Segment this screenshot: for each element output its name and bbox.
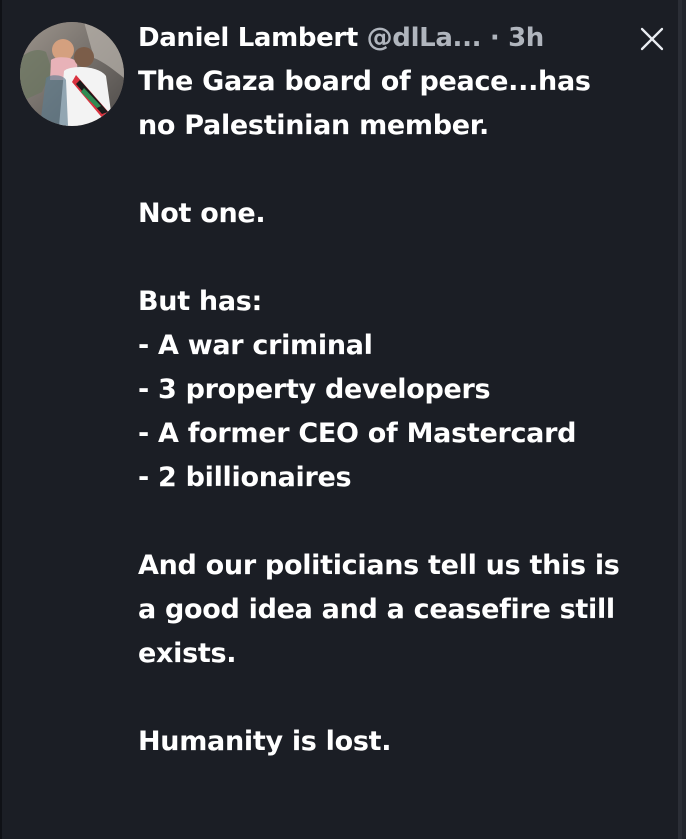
tweet-line-6: a good idea and a ceasefire still bbox=[138, 594, 615, 625]
time-separator: · bbox=[489, 23, 500, 53]
tweet-line-1: The Gaza board of peace...has bbox=[138, 66, 591, 97]
tweet-body: The Gaza board of peace...has no Palesti… bbox=[138, 60, 663, 764]
list-item-3: - A former CEO of Mastercard bbox=[138, 418, 577, 449]
tweet-line-7: exists. bbox=[138, 638, 237, 669]
tweet-line-4: But has: bbox=[138, 286, 263, 317]
screen: { "tweet": { "author_name": "Daniel Lamb… bbox=[0, 0, 686, 839]
close-icon[interactable] bbox=[638, 25, 666, 53]
tweet-line-2: no Palestinian member. bbox=[138, 110, 489, 141]
list-item-2: - 3 property developers bbox=[138, 374, 491, 405]
avatar-photo-icon bbox=[20, 22, 124, 126]
avatar[interactable] bbox=[20, 22, 124, 126]
tweet-line-8: Humanity is lost. bbox=[138, 726, 392, 757]
timestamp[interactable]: 3h bbox=[508, 23, 544, 53]
tweet-card: Daniel Lambert @dlLa... · 3h The Gaza bo… bbox=[0, 0, 682, 839]
tweet-header: Daniel Lambert @dlLa... · 3h bbox=[138, 18, 666, 58]
tweet-line-5: And our politicians tell us this is bbox=[138, 550, 620, 581]
list-item-4: - 2 billionaires bbox=[138, 462, 352, 493]
list-item-1: - A war criminal bbox=[138, 330, 373, 361]
author-name[interactable]: Daniel Lambert bbox=[138, 23, 358, 53]
author-handle[interactable]: @dlLa... bbox=[367, 23, 482, 53]
tweet-line-3: Not one. bbox=[138, 198, 266, 229]
